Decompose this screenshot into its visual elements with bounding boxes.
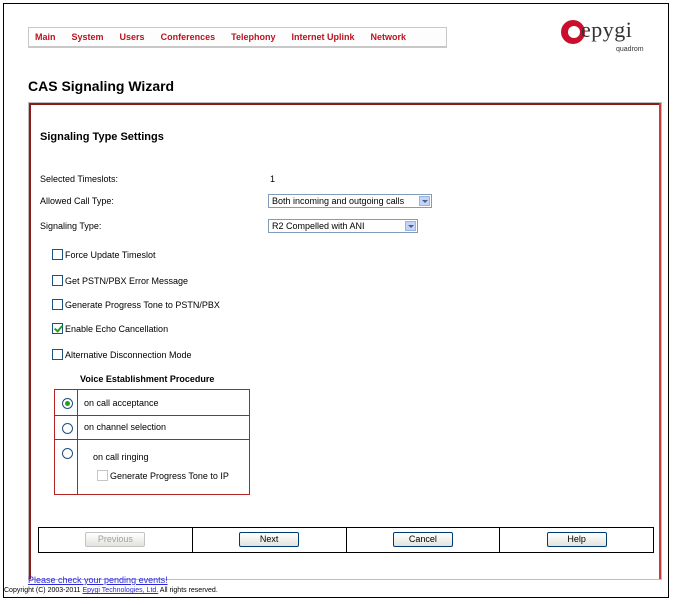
vep-ringing-radio[interactable] <box>62 448 73 459</box>
get-pstn-error-checkbox[interactable] <box>52 275 63 286</box>
chevron-down-icon[interactable] <box>419 196 430 206</box>
progress-tone-pstn-checkbox[interactable] <box>52 299 63 310</box>
next-button[interactable]: Next <box>239 532 300 547</box>
company-link[interactable]: Epygi Technologies, Ltd. <box>82 587 158 594</box>
vep-channel-radio[interactable] <box>62 423 73 434</box>
progress-tone-ip-option[interactable]: Generate Progress Tone to IP <box>97 470 229 481</box>
nav-internet-uplink[interactable]: Internet Uplink <box>291 32 354 42</box>
wizard-button-bar: Previous Next Cancel Help <box>38 527 654 553</box>
help-button[interactable]: Help <box>546 532 607 547</box>
logo-text: epygi <box>581 17 633 42</box>
vep-channel-label: on channel selection <box>84 422 167 432</box>
previous-button[interactable]: Previous <box>85 532 146 547</box>
call-type-select[interactable]: Both incoming and outgoing calls <box>268 194 432 208</box>
epygi-logo: epygi quadrom <box>561 17 661 60</box>
timeslots-value: 1 <box>270 174 276 184</box>
signaling-type-select[interactable]: R2 Compelled with ANI <box>268 219 418 233</box>
force-update-timeslot-option[interactable]: Force Update Timeslot <box>52 248 156 261</box>
call-type-select-value: Both incoming and outgoing calls <box>272 196 405 206</box>
force-update-timeslot-checkbox[interactable] <box>52 249 63 260</box>
panel-top-border <box>29 103 661 105</box>
alt-disconnection-label: Alternative Disconnection Mode <box>65 349 192 360</box>
next-cell: Next <box>193 528 347 552</box>
vep-title: Voice Establishment Procedure <box>80 374 215 384</box>
page-title: CAS Signaling Wizard <box>28 78 175 94</box>
nav-telephony[interactable]: Telephony <box>231 32 275 42</box>
echo-cancellation-option[interactable]: Enable Echo Cancellation <box>52 322 168 335</box>
copyright-prefix: Copyright (C) 2003-2011 <box>4 587 83 594</box>
nav-network[interactable]: Network <box>370 32 406 42</box>
vep-option-channel[interactable]: on channel selection <box>55 416 249 440</box>
panel-left-border <box>29 103 31 579</box>
main-nav: Main System Users Conferences Telephony … <box>28 27 447 48</box>
signaling-type-select-value: R2 Compelled with ANI <box>272 221 365 231</box>
get-pstn-error-option[interactable]: Get PSTN/PBX Error Message <box>52 274 188 287</box>
pending-events-link[interactable]: Please check your pending events! <box>28 575 168 585</box>
alt-disconnection-checkbox[interactable] <box>52 349 63 360</box>
vep-ringing-label: on call ringing <box>93 452 149 462</box>
previous-cell: Previous <box>39 528 193 552</box>
vep-acceptance-radio[interactable] <box>62 398 73 409</box>
get-pstn-error-label: Get PSTN/PBX Error Message <box>65 275 189 286</box>
nav-users[interactable]: Users <box>120 32 145 42</box>
copyright: Copyright (C) 2003-2011 Epygi Technologi… <box>4 587 218 594</box>
progress-tone-ip-label: Generate Progress Tone to IP <box>110 470 229 481</box>
chevron-down-icon[interactable] <box>405 221 416 231</box>
vep-acceptance-label: on call acceptance <box>84 398 159 408</box>
force-update-timeslot-label: Force Update Timeslot <box>65 249 156 260</box>
call-type-label: Allowed Call Type: <box>40 196 114 206</box>
alt-disconnection-option[interactable]: Alternative Disconnection Mode <box>52 348 192 361</box>
echo-cancellation-checkbox[interactable] <box>52 323 63 334</box>
copyright-suffix: All rights reserved. <box>158 587 218 594</box>
cancel-cell: Cancel <box>347 528 501 552</box>
progress-tone-pstn-option[interactable]: Generate Progress Tone to PSTN/PBX <box>52 298 220 311</box>
cancel-button[interactable]: Cancel <box>392 532 453 547</box>
help-cell: Help <box>500 528 653 552</box>
nav-main[interactable]: Main <box>35 32 56 42</box>
nav-system[interactable]: System <box>72 32 104 42</box>
wizard-panel <box>28 102 662 580</box>
progress-tone-pstn-label: Generate Progress Tone to PSTN/PBX <box>65 299 220 310</box>
vep-divider <box>77 416 78 439</box>
section-title: Signaling Type Settings <box>40 131 164 143</box>
nav-conferences[interactable]: Conferences <box>161 32 216 42</box>
logo-subtitle: quadrom <box>616 46 644 53</box>
echo-cancellation-label: Enable Echo Cancellation <box>65 323 169 334</box>
signaling-type-label: Signaling Type: <box>40 221 102 231</box>
vep-divider <box>77 390 78 415</box>
progress-tone-ip-checkbox[interactable] <box>97 470 108 481</box>
vep-option-acceptance[interactable]: on call acceptance <box>55 390 249 416</box>
timeslots-label: Selected Timeslots: <box>40 174 119 184</box>
vep-option-ringing[interactable]: on call ringing <box>55 440 249 495</box>
vep-divider <box>77 440 78 495</box>
panel-right-border <box>659 103 661 579</box>
